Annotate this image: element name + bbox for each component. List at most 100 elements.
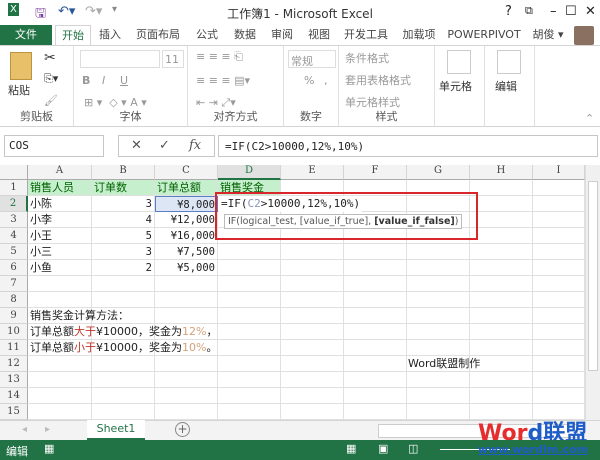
row-header-15[interactable]: 15 xyxy=(0,404,28,420)
column-header-h[interactable]: H xyxy=(470,165,533,180)
paste-icon[interactable] xyxy=(10,52,32,80)
cell-F15[interactable] xyxy=(344,404,407,420)
tab-page-layout[interactable]: 页面布局 xyxy=(132,25,184,45)
name-box[interactable]: COS xyxy=(4,135,104,157)
column-header-d[interactable]: D xyxy=(218,165,281,180)
row-header-10[interactable]: 10 xyxy=(0,324,28,340)
cell-F9[interactable] xyxy=(344,308,407,324)
cell-I10[interactable] xyxy=(533,324,585,340)
row-header-14[interactable]: 14 xyxy=(0,388,28,404)
cell-D9[interactable] xyxy=(218,308,281,324)
insert-function-icon[interactable]: fx xyxy=(189,138,201,153)
cell-F13[interactable] xyxy=(344,372,407,388)
cell-B4[interactable]: 5 xyxy=(92,228,155,244)
bold-button[interactable]: B xyxy=(82,74,90,87)
row-header-8[interactable]: 8 xyxy=(0,292,28,308)
row-header-13[interactable]: 13 xyxy=(0,372,28,388)
cell-C9[interactable] xyxy=(155,308,218,324)
cell-F11[interactable] xyxy=(344,340,407,356)
cell-A3[interactable]: 小李 xyxy=(28,212,92,228)
tab-view[interactable]: 视图 xyxy=(302,25,336,45)
cell-A12[interactable] xyxy=(28,356,92,372)
vertical-scrollbar[interactable] xyxy=(585,165,600,420)
cell-D5[interactable] xyxy=(218,244,281,260)
cell-B13[interactable] xyxy=(92,372,155,388)
cell-A5[interactable]: 小三 xyxy=(28,244,92,260)
column-header-g[interactable]: G xyxy=(407,165,470,180)
cell-C7[interactable] xyxy=(155,276,218,292)
cell-F10[interactable] xyxy=(344,324,407,340)
row-header-7[interactable]: 7 xyxy=(0,276,28,292)
row-header-5[interactable]: 5 xyxy=(0,244,28,260)
cell-I14[interactable] xyxy=(533,388,585,404)
cell-C4[interactable]: ¥16,000 xyxy=(155,228,218,244)
cell-H4[interactable] xyxy=(470,228,533,244)
cell-H10[interactable] xyxy=(470,324,533,340)
column-header-e[interactable]: E xyxy=(281,165,344,180)
cell-A1[interactable]: 销售人员 xyxy=(28,180,92,196)
collapse-ribbon-icon[interactable]: ⌃ xyxy=(585,112,594,125)
column-header-c[interactable]: C xyxy=(155,165,218,180)
scroll-thumb[interactable] xyxy=(588,181,598,371)
cell-B15[interactable] xyxy=(92,404,155,420)
cell-I1[interactable] xyxy=(533,180,585,196)
cell-G15[interactable] xyxy=(407,404,470,420)
cell-C15[interactable] xyxy=(155,404,218,420)
row-header-6[interactable]: 6 xyxy=(0,260,28,276)
cell-E8[interactable] xyxy=(281,292,344,308)
cell-A7[interactable] xyxy=(28,276,92,292)
editing-button[interactable]: 编辑 xyxy=(495,78,517,94)
paste-button[interactable]: 粘贴 xyxy=(8,82,30,98)
avatar[interactable] xyxy=(574,26,594,45)
cell-H2[interactable] xyxy=(470,196,533,212)
cell-H3[interactable] xyxy=(470,212,533,228)
cell-I11[interactable] xyxy=(533,340,585,356)
normal-view-icon[interactable]: ▦ xyxy=(346,442,356,455)
row-header-3[interactable]: 3 xyxy=(0,212,28,228)
minimize-button[interactable]: – xyxy=(550,4,557,19)
cell-E9[interactable] xyxy=(281,308,344,324)
cell-H11[interactable] xyxy=(470,340,533,356)
underline-button[interactable]: U xyxy=(120,74,128,87)
cell-B14[interactable] xyxy=(92,388,155,404)
cell-I5[interactable] xyxy=(533,244,585,260)
ribbon-display-button[interactable]: ⧉ xyxy=(525,4,533,18)
cell-E13[interactable] xyxy=(281,372,344,388)
tab-formulas[interactable]: 公式 xyxy=(190,25,224,45)
cell-G6[interactable] xyxy=(407,260,470,276)
column-header-f[interactable]: F xyxy=(344,165,407,180)
cell-D8[interactable] xyxy=(218,292,281,308)
cell-H6[interactable] xyxy=(470,260,533,276)
cell-B1[interactable]: 订单数 xyxy=(92,180,155,196)
sheet-tab-sheet1[interactable]: Sheet1 xyxy=(87,420,145,440)
cell-E6[interactable] xyxy=(281,260,344,276)
cell-H7[interactable] xyxy=(470,276,533,292)
cell-D12[interactable] xyxy=(218,356,281,372)
cell-E15[interactable] xyxy=(281,404,344,420)
cell-A14[interactable] xyxy=(28,388,92,404)
cell-B3[interactable]: 4 xyxy=(92,212,155,228)
close-button[interactable]: ✕ xyxy=(585,4,596,19)
horizontal-align-icons[interactable]: ≡ ≡ ≡ ▤▾ xyxy=(196,74,250,87)
row-header-9[interactable]: 9 xyxy=(0,308,28,324)
cell-I2[interactable] xyxy=(533,196,585,212)
find-icon[interactable] xyxy=(497,50,521,74)
add-sheet-button[interactable]: + xyxy=(175,422,190,437)
row-header-1[interactable]: 1 xyxy=(0,180,28,196)
cell-I9[interactable] xyxy=(533,308,585,324)
cell-C5[interactable]: ¥7,500 xyxy=(155,244,218,260)
cell-C14[interactable] xyxy=(155,388,218,404)
cell-D15[interactable] xyxy=(218,404,281,420)
cell-F12[interactable] xyxy=(344,356,407,372)
cell-E12[interactable] xyxy=(281,356,344,372)
copy-icon[interactable]: ⎘▾ xyxy=(44,72,58,86)
cell-A6[interactable]: 小鱼 xyxy=(28,260,92,276)
tab-insert[interactable]: 插入 xyxy=(93,25,127,45)
cell-G14[interactable] xyxy=(407,388,470,404)
cell-C13[interactable] xyxy=(155,372,218,388)
cell-I12[interactable] xyxy=(533,356,585,372)
font-name-select[interactable] xyxy=(80,50,160,68)
cell-E7[interactable] xyxy=(281,276,344,292)
formula-input[interactable]: =IF(C2>10000,12%,10%) xyxy=(218,135,598,157)
help-button[interactable]: ? xyxy=(505,4,512,19)
